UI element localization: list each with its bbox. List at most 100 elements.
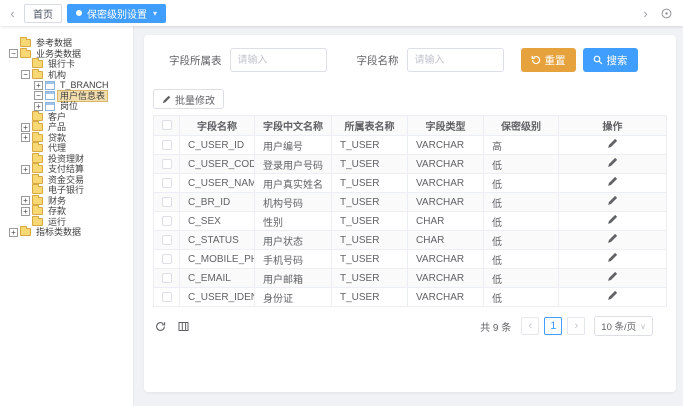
tree-item-label: 参考数据: [34, 38, 74, 48]
tree-item-label: 客户: [46, 112, 68, 122]
tree-item-label: 支付结算: [46, 164, 86, 174]
expander-icon[interactable]: [21, 217, 30, 226]
reset-icon: [531, 55, 541, 65]
tree-item-position[interactable]: + 岗位: [0, 101, 133, 111]
expander-icon[interactable]: +: [21, 207, 30, 216]
tree-item-payment-settlement[interactable]: + 支付结算: [0, 164, 133, 174]
expander-icon[interactable]: +: [21, 133, 30, 142]
folder-icon: [32, 218, 43, 226]
edit-pencil-icon[interactable]: [607, 157, 618, 168]
column-settings-icon[interactable]: [176, 319, 190, 333]
expander-icon[interactable]: [21, 144, 30, 153]
folder-icon: [32, 60, 43, 68]
cell-field-name: C_USER_CODE: [180, 155, 255, 174]
folder-icon: [32, 71, 43, 79]
cell-field-cn-name: 身份证: [255, 288, 332, 307]
tree-item-operation[interactable]: 运行: [0, 217, 133, 227]
expander-icon[interactable]: [21, 60, 30, 69]
cell-field-cn-name: 用户邮箱: [255, 269, 332, 288]
tree-item-deposit[interactable]: + 存款: [0, 206, 133, 216]
pencil-icon: [162, 95, 171, 104]
edit-pencil-icon[interactable]: [607, 195, 618, 206]
chevron-right-icon[interactable]: ›: [639, 7, 652, 20]
tree-item-t-branch[interactable]: + T_BRANCH: [0, 80, 133, 90]
expander-icon[interactable]: [21, 186, 30, 195]
tree-item-organization[interactable]: − 机构: [0, 70, 133, 80]
tree-item-finance[interactable]: + 财务: [0, 196, 133, 206]
cell-field-cn-name: 用户真实姓名: [255, 174, 332, 193]
row-checkbox[interactable]: [162, 235, 172, 245]
edit-pencil-icon[interactable]: [607, 271, 618, 282]
row-checkbox[interactable]: [162, 178, 172, 188]
refresh-table-icon[interactable]: [153, 319, 167, 333]
cell-field-type: CHAR: [408, 231, 484, 250]
tab-secrecy-level-settings[interactable]: 保密级别设置 ▾: [67, 4, 166, 23]
tree-item-product[interactable]: + 产品: [0, 122, 133, 132]
expander-icon[interactable]: +: [21, 123, 30, 132]
edit-pencil-icon[interactable]: [607, 290, 618, 301]
cell-field-type: VARCHAR: [408, 269, 484, 288]
expander-icon[interactable]: −: [34, 91, 43, 100]
page-size-label: 10 条/页: [601, 319, 636, 333]
folder-icon: [32, 134, 43, 142]
header-secrecy-level: 保密级别: [484, 116, 559, 136]
tree-item-reference-data[interactable]: 参考数据: [0, 38, 133, 48]
edit-pencil-icon[interactable]: [607, 176, 618, 187]
chevron-down-icon[interactable]: ▾: [153, 9, 157, 18]
edit-pencil-icon[interactable]: [607, 233, 618, 244]
tree-item-fund-transaction[interactable]: 资金交易: [0, 175, 133, 185]
tab-home[interactable]: 首页: [24, 4, 62, 23]
row-checkbox[interactable]: [162, 292, 172, 302]
row-checkbox[interactable]: [162, 197, 172, 207]
expander-icon[interactable]: +: [34, 102, 43, 111]
prev-page-button[interactable]: ‹: [521, 317, 539, 335]
tree-item-loan[interactable]: + 贷款: [0, 133, 133, 143]
cell-table-name: T_USER: [332, 193, 408, 212]
reset-button[interactable]: 重置: [521, 48, 576, 72]
expander-icon[interactable]: [21, 175, 30, 184]
header-field-type: 字段类型: [408, 116, 484, 136]
edit-pencil-icon[interactable]: [607, 214, 618, 225]
edit-pencil-icon[interactable]: [607, 138, 618, 149]
tree-item-agency[interactable]: 代理: [0, 143, 133, 153]
chevron-left-icon[interactable]: ‹: [6, 7, 19, 20]
page-size-select[interactable]: 10 条/页 ∨: [594, 316, 653, 336]
expander-icon[interactable]: +: [21, 165, 30, 174]
field-table-input[interactable]: [230, 48, 327, 72]
row-checkbox[interactable]: [162, 216, 172, 226]
expander-icon[interactable]: −: [21, 70, 30, 79]
expander-icon[interactable]: [21, 154, 30, 163]
cell-table-name: T_USER: [332, 269, 408, 288]
row-checkbox[interactable]: [162, 273, 172, 283]
tree-item-business-data[interactable]: − 业务类数据: [0, 49, 133, 59]
table-row: C_USER_NAME 用户真实姓名 T_USER VARCHAR 低: [154, 174, 667, 193]
tree-item-bank-card[interactable]: 银行卡: [0, 59, 133, 69]
tree-item-e-banking[interactable]: 电子银行: [0, 185, 133, 195]
next-page-button[interactable]: ›: [567, 317, 585, 335]
expander-icon[interactable]: +: [21, 196, 30, 205]
expander-icon[interactable]: +: [9, 228, 18, 237]
tree-item-user-info-table[interactable]: − 用户信息表: [0, 91, 133, 101]
row-checkbox[interactable]: [162, 140, 172, 150]
tree-item-indicator-data[interactable]: + 指标类数据: [0, 227, 133, 237]
batch-edit-button[interactable]: 批量修改: [153, 89, 224, 109]
search-button[interactable]: 搜索: [583, 48, 638, 72]
cell-secrecy-level: 低: [484, 250, 559, 269]
expander-icon[interactable]: −: [9, 49, 18, 58]
select-all-checkbox[interactable]: [162, 120, 172, 130]
expander-icon[interactable]: [21, 112, 30, 121]
edit-pencil-icon[interactable]: [607, 252, 618, 263]
cell-secrecy-level: 低: [484, 231, 559, 250]
refresh-icon[interactable]: [659, 6, 673, 20]
current-page-button[interactable]: 1: [544, 317, 562, 335]
app-body: 参考数据 − 业务类数据 银行卡 − 机构 + T_BRANCH − 用户信息表: [0, 26, 683, 406]
cell-field-type: VARCHAR: [408, 250, 484, 269]
cell-field-type: VARCHAR: [408, 288, 484, 307]
tree-item-customer[interactable]: 客户: [0, 112, 133, 122]
row-checkbox[interactable]: [162, 159, 172, 169]
tree-item-investment[interactable]: 投资理财: [0, 154, 133, 164]
expander-icon[interactable]: +: [34, 81, 43, 90]
field-name-input[interactable]: [407, 48, 504, 72]
row-checkbox[interactable]: [162, 254, 172, 264]
expander-icon[interactable]: [9, 39, 18, 48]
